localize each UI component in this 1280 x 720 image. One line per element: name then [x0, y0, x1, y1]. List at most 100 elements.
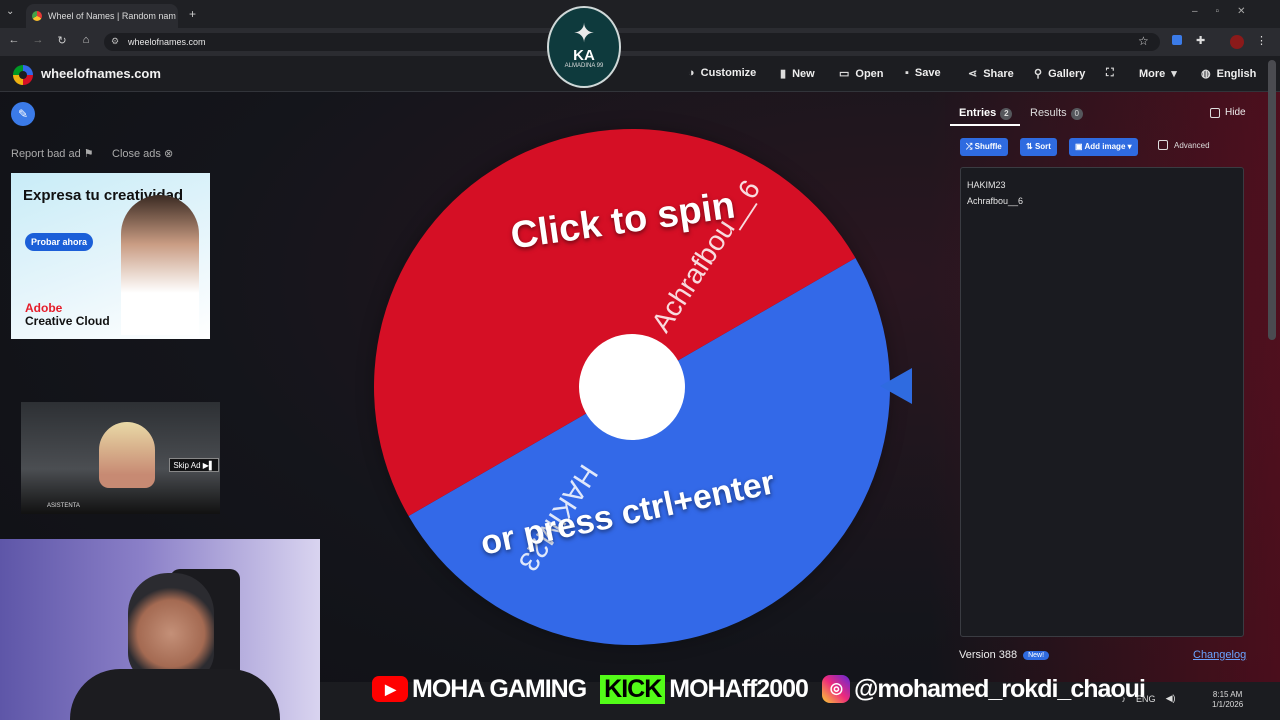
- site-name[interactable]: wheelofnames.com: [41, 66, 161, 81]
- microphone-icon[interactable]: ♪: [1122, 694, 1127, 704]
- version-info: Version 388 New!: [959, 649, 1050, 661]
- youtube-name: MOHA GAMING: [412, 674, 587, 703]
- hide-label: Hide: [1225, 107, 1246, 118]
- volume-icon[interactable]: ◀): [1166, 693, 1176, 704]
- kick-logo: KICK: [600, 674, 666, 704]
- share-button[interactable]: ⋖ Share: [968, 67, 1014, 81]
- edit-pencil-icon[interactable]: ✎: [11, 102, 35, 126]
- wheel-center-hub[interactable]: [579, 334, 685, 440]
- back-icon[interactable]: ←: [6, 34, 22, 46]
- advanced-checkbox[interactable]: Advanced: [1158, 140, 1210, 150]
- forward-icon[interactable]: →: [30, 34, 46, 46]
- wheel-pointer-icon: [880, 368, 912, 404]
- site-header: [0, 56, 1280, 92]
- channel-emblem-logo: ✦ KA ALMADINA 99: [547, 6, 621, 88]
- add-image-label: Add image: [1084, 142, 1126, 151]
- tab-entries[interactable]: Entries 2: [959, 107, 1013, 120]
- emblem-subtitle: ALMADINA 99: [564, 63, 604, 69]
- profile-avatar[interactable]: [1230, 35, 1244, 49]
- advanced-label: Advanced: [1174, 140, 1210, 150]
- sort-icon: ⇅: [1026, 142, 1033, 151]
- ad-person-image: [121, 195, 199, 335]
- extension-icon[interactable]: [1172, 35, 1182, 45]
- gallery-label: Gallery: [1048, 67, 1086, 80]
- entries-tab-label: Entries: [959, 107, 997, 119]
- close-ads-link[interactable]: Close ads ⊗: [112, 147, 173, 160]
- bookmark-star-icon[interactable]: ☆: [1138, 34, 1149, 48]
- report-ad-label: Report bad ad: [11, 148, 81, 160]
- new-tab-button[interactable]: +: [189, 7, 196, 21]
- ad-video-frame: [99, 422, 155, 488]
- search-icon: ⚲: [1034, 68, 1043, 80]
- fullscreen-button[interactable]: ⛶: [1106, 67, 1114, 80]
- language-button[interactable]: ◍ English: [1201, 67, 1257, 81]
- share-icon: ⋖: [968, 68, 978, 80]
- open-button[interactable]: ▭ Open: [839, 67, 884, 81]
- kick-handle: KICK MOHAff2000: [600, 674, 809, 704]
- address-bar[interactable]: wheelofnames.com: [104, 33, 1160, 51]
- tab-title: Wheel of Names | Random nam: [48, 11, 176, 21]
- language-indicator[interactable]: ENG: [1136, 694, 1156, 704]
- checkbox-icon: [1158, 140, 1168, 150]
- share-label: Share: [983, 67, 1014, 80]
- image-icon: ▣: [1075, 142, 1083, 151]
- browser-menu-icon[interactable]: ⋮: [1256, 34, 1267, 47]
- stream-social-banner: ▶ MOHA GAMING KICK MOHAff2000 ◎ @mohamed_ro…: [372, 669, 1146, 709]
- skip-ad-button[interactable]: Skip Ad ▶▌: [169, 458, 219, 472]
- wheel-logo-icon[interactable]: [13, 65, 33, 85]
- customize-button[interactable]: ◑ Customize: [688, 67, 756, 79]
- webcam-person: [128, 573, 214, 683]
- folder-icon: ▭: [839, 68, 850, 80]
- entry-line: HAKIM23: [967, 180, 1006, 190]
- emblem-monogram: KA: [573, 47, 595, 64]
- chevron-down-icon: ▾: [1171, 68, 1177, 80]
- browser-tab[interactable]: Wheel of Names | Random nam ✕: [26, 4, 178, 28]
- instagram-handle: ◎ @mohamed_rokdi_chaoui: [821, 675, 1146, 704]
- customize-label: Customize: [700, 67, 757, 79]
- sort-button[interactable]: ⇅ Sort: [1020, 138, 1057, 156]
- entries-textarea[interactable]: HAKIM23 Achrafbou__6: [960, 167, 1244, 637]
- webcam-body: [70, 669, 280, 720]
- close-circle-icon: ⊗: [163, 148, 174, 160]
- new-label: New: [792, 67, 815, 80]
- changelog-link[interactable]: Changelog: [1193, 649, 1246, 661]
- fullscreen-icon: ⛶: [1106, 67, 1114, 79]
- save-button[interactable]: ▪ Save: [905, 67, 941, 79]
- save-label: Save: [914, 67, 941, 79]
- entries-count-badge: 2: [1000, 108, 1013, 120]
- page-scrollbar[interactable]: [1268, 60, 1276, 340]
- save-icon: ▪: [905, 67, 909, 79]
- extensions-puzzle-icon[interactable]: ✚: [1196, 34, 1205, 47]
- shuffle-button[interactable]: ⤮ Shuffle: [960, 138, 1008, 156]
- advertisement-adobe[interactable]: Expresa tu creatividad Probar ahora Adob…: [11, 173, 210, 339]
- system-clock[interactable]: 8:15 AM 1/1/2026: [1212, 690, 1243, 710]
- more-button[interactable]: More ▾: [1139, 67, 1177, 81]
- new-file-icon: ▮: [780, 68, 787, 80]
- gallery-button[interactable]: ⚲ Gallery: [1034, 67, 1086, 81]
- close-ads-label: Close ads: [112, 148, 161, 160]
- tab-close-icon[interactable]: ✕: [176, 11, 178, 22]
- ad-cta-button[interactable]: Probar ahora: [25, 233, 93, 251]
- more-label: More: [1139, 67, 1166, 80]
- shuffle-icon: ⤮: [966, 142, 973, 151]
- youtube-icon: ▶: [372, 676, 408, 702]
- system-tray[interactable]: ⌃ ♪ ENG ◀): [1104, 693, 1175, 704]
- report-bad-ad-link[interactable]: Report bad ad ⚑: [11, 147, 94, 160]
- flag-icon: ⚑: [83, 148, 94, 160]
- hide-checkbox[interactable]: Hide: [1210, 107, 1246, 118]
- new-button[interactable]: ▮ New: [780, 67, 815, 81]
- language-label: English: [1216, 67, 1257, 80]
- tab-search-icon[interactable]: ⌄: [6, 6, 14, 17]
- tab-results[interactable]: Results 0: [1030, 107, 1083, 120]
- window-controls[interactable]: –▫✕: [1192, 6, 1264, 17]
- reload-icon[interactable]: ↻: [54, 34, 70, 47]
- instagram-icon: ◎: [821, 675, 850, 703]
- new-badge: New!: [1023, 650, 1050, 660]
- video-advertisement[interactable]: Skip Ad ▶▌ ASISTENTA: [21, 402, 220, 514]
- site-info-icon[interactable]: ⚙: [111, 36, 119, 47]
- results-count-badge: 0: [1070, 108, 1083, 120]
- tray-chevron-icon[interactable]: ⌃: [1104, 693, 1112, 704]
- version-label: Version 388: [959, 649, 1018, 661]
- home-icon[interactable]: ⌂: [78, 34, 94, 46]
- add-image-button[interactable]: ▣ Add image ▾: [1069, 138, 1138, 156]
